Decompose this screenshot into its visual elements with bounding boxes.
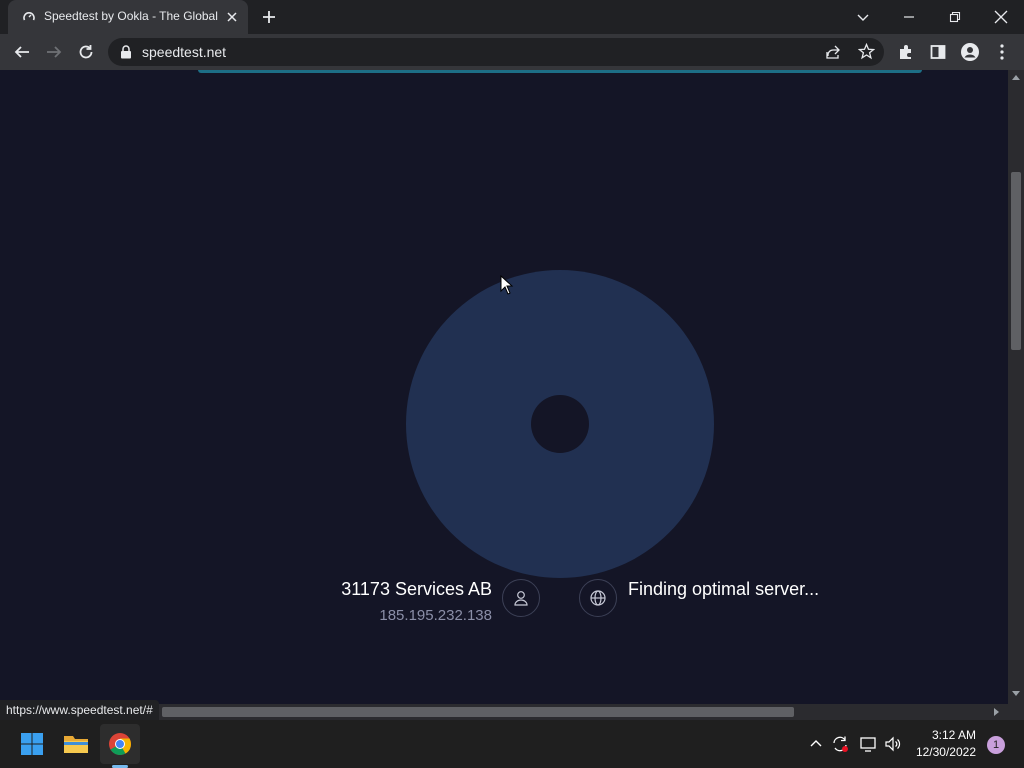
vertical-scrollbar[interactable] [1008, 70, 1024, 704]
scroll-right-icon[interactable] [994, 708, 1000, 716]
minimize-icon [904, 16, 914, 18]
puzzle-icon [900, 45, 911, 59]
restore-icon [949, 11, 961, 23]
speedtest-favicon-icon [23, 12, 35, 21]
show-hidden-icons-button[interactable] [806, 734, 826, 754]
address-bar[interactable]: speedtest.net [108, 38, 884, 66]
isp-user-button[interactable] [502, 579, 540, 617]
network-icon [860, 737, 876, 752]
windows-taskbar: 3:12 AM 12/30/2022 [0, 720, 1024, 768]
arrow-left-icon [14, 46, 29, 58]
globe-icon [590, 590, 606, 606]
server-status-text: Finding optimal server... [628, 579, 820, 599]
start-button[interactable] [12, 724, 52, 764]
url-text: speedtest.net [142, 44, 227, 60]
status-bar-url: https://www.speedtest.net/# [0, 700, 159, 720]
tab-search-button[interactable] [840, 0, 886, 34]
more-vertical-icon [1000, 44, 1004, 60]
volume-tray-button[interactable] [883, 734, 903, 754]
arrow-right-icon [47, 46, 62, 58]
clock-date[interactable]: 12/30/2022 [916, 745, 976, 759]
notification-badge[interactable]: 1 [987, 736, 1005, 754]
chrome-icon [109, 733, 131, 755]
profile-icon [961, 43, 979, 61]
sync-icon [833, 736, 848, 752]
menu-button[interactable] [992, 42, 1012, 62]
share-icon[interactable] [825, 44, 841, 60]
tab-speedtest[interactable]: Speedtest by Ookla - The Global [8, 0, 248, 34]
page-viewport: 31173 Services AB 185.195.232.138 Findin… [0, 70, 1008, 704]
speaker-icon [885, 736, 901, 752]
mouse-cursor-icon [500, 275, 514, 295]
user-icon [514, 591, 528, 606]
isp-ip-address: 185.195.232.138 [379, 607, 492, 624]
profile-button[interactable] [960, 42, 980, 62]
reload-button[interactable] [76, 42, 96, 62]
forward-button[interactable] [44, 42, 64, 62]
scroll-down-icon[interactable] [1012, 691, 1020, 697]
side-panel-icon [930, 45, 946, 59]
horizontal-scroll-thumb[interactable] [162, 707, 794, 717]
scrollbar-corner [1008, 704, 1024, 720]
tab-title: Speedtest by Ookla - The Global [44, 9, 218, 23]
file-explorer-button[interactable] [56, 724, 96, 764]
minimize-button[interactable] [886, 0, 932, 34]
restore-button[interactable] [932, 0, 978, 34]
server-globe-button[interactable] [579, 579, 617, 617]
clock-time[interactable]: 3:12 AM [932, 728, 976, 742]
side-panel-button[interactable] [928, 42, 948, 62]
sync-tray-button[interactable] [830, 734, 850, 754]
extensions-button[interactable] [896, 42, 916, 62]
folder-icon [64, 736, 88, 753]
reload-icon [79, 45, 93, 59]
network-tray-button[interactable] [858, 734, 878, 754]
gauge-center [531, 395, 589, 453]
speed-gauge [406, 270, 714, 578]
chrome-taskbar-button[interactable] [100, 724, 140, 764]
lock-icon[interactable] [120, 45, 132, 59]
windows-logo-icon [21, 733, 43, 755]
new-tab-icon[interactable] [260, 8, 278, 26]
isp-name: 31173 Services AB [341, 579, 492, 599]
header-accent-line [198, 70, 922, 73]
close-tab-icon[interactable] [224, 9, 240, 25]
close-window-button[interactable] [978, 0, 1024, 34]
bookmark-star-icon[interactable] [858, 43, 875, 60]
chevron-up-icon [810, 740, 822, 747]
tab-strip: Speedtest by Ookla - The Global [0, 0, 1024, 34]
close-icon [994, 10, 1008, 24]
scroll-up-icon[interactable] [1012, 74, 1020, 80]
back-button[interactable] [12, 42, 32, 62]
chevron-down-icon [857, 14, 869, 21]
vertical-scroll-thumb[interactable] [1011, 172, 1021, 350]
